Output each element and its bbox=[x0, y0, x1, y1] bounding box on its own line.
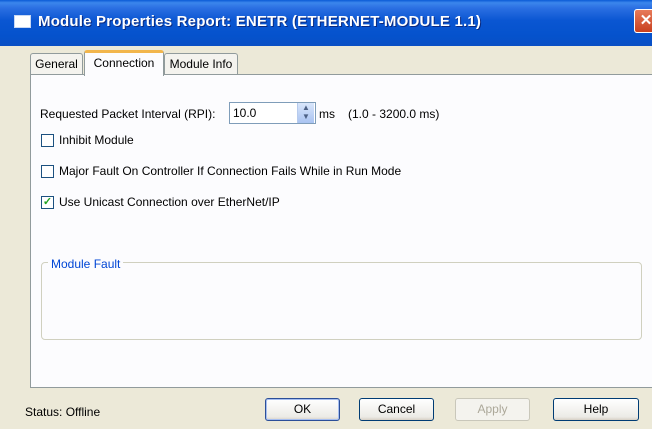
window-icon bbox=[14, 15, 31, 28]
spin-up-icon[interactable]: ▲ bbox=[298, 103, 314, 112]
inhibit-module-label[interactable]: Inhibit Module bbox=[59, 133, 134, 147]
major-fault-label[interactable]: Major Fault On Controller If Connection … bbox=[59, 164, 401, 178]
ok-button[interactable]: OK bbox=[265, 398, 340, 421]
connection-panel bbox=[30, 74, 652, 388]
checkmark-icon: ✓ bbox=[42, 196, 53, 208]
major-fault-checkbox[interactable] bbox=[41, 165, 54, 178]
spin-down-icon[interactable]: ▼ bbox=[298, 112, 314, 121]
help-button[interactable]: Help bbox=[553, 398, 639, 421]
window-title: Module Properties Report: ENETR (ETHERNE… bbox=[38, 13, 482, 30]
tab-connection[interactable]: Connection bbox=[84, 50, 164, 76]
rpi-range-label: (1.0 - 3200.0 ms) bbox=[348, 107, 440, 121]
module-fault-group bbox=[41, 262, 642, 340]
unicast-label[interactable]: Use Unicast Connection over EtherNet/IP bbox=[59, 195, 280, 209]
tab-module-info[interactable]: Module Info bbox=[164, 53, 238, 75]
unicast-checkbox[interactable]: ✓ bbox=[41, 196, 54, 209]
rpi-spin-buttons[interactable]: ▲ ▼ bbox=[297, 103, 314, 123]
apply-button[interactable]: Apply bbox=[455, 398, 530, 421]
inhibit-module-checkbox[interactable] bbox=[41, 134, 54, 147]
rpi-label: Requested Packet Interval (RPI): bbox=[40, 107, 216, 121]
tab-general[interactable]: General bbox=[30, 53, 83, 75]
close-button[interactable]: ✕ bbox=[634, 9, 652, 33]
cancel-button[interactable]: Cancel bbox=[359, 398, 434, 421]
title-bar: Module Properties Report: ENETR (ETHERNE… bbox=[0, 0, 652, 46]
rpi-unit-label: ms bbox=[319, 107, 335, 121]
status-text: Status: Offline bbox=[25, 405, 101, 419]
module-fault-title: Module Fault bbox=[48, 257, 124, 271]
